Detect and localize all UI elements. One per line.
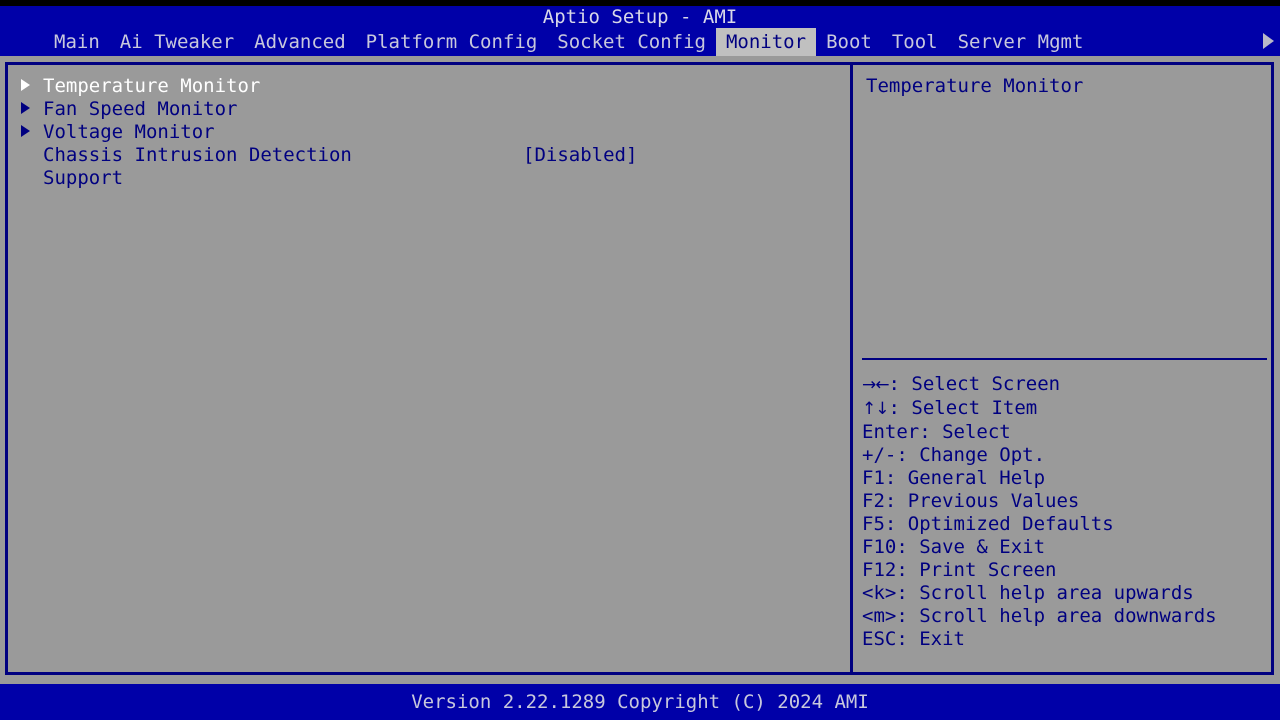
setting-label: Fan Speed Monitor	[43, 98, 238, 120]
setting-row[interactable]: Chassis Intrusion Detection [Disabled]	[8, 144, 850, 167]
help-key-row: <k>: Scroll help area upwards	[853, 582, 1271, 605]
menu-tab-server-mgmt[interactable]: Server Mgmt	[948, 28, 1094, 56]
help-key-text: <m>: Scroll help area downwards	[862, 605, 1217, 627]
arrow-keys-icon: ↑↓	[862, 399, 889, 419]
setting-label-continuation-text: Support	[43, 167, 124, 189]
help-key-text: F5: Optimized Defaults	[862, 513, 1114, 535]
help-key-row: Enter: Select	[853, 421, 1271, 444]
submenu-arrow-icon	[21, 125, 30, 137]
setting-label: Voltage Monitor	[43, 121, 215, 143]
bios-setup-screen: Aptio Setup - AMI Main Ai Tweaker Advanced…	[0, 0, 1280, 720]
setting-row[interactable]: Fan Speed Monitor	[8, 98, 850, 121]
setting-row[interactable]: Voltage Monitor	[8, 121, 850, 144]
settings-item-list: Temperature Monitor Fan Speed Monitor Volt…	[8, 75, 850, 190]
menu-tab-main[interactable]: Main	[44, 28, 110, 56]
arrow-keys-icon: →←	[862, 375, 889, 395]
content-frame: Temperature Monitor Fan Speed Monitor Volt…	[5, 62, 1274, 675]
help-key-row: F2: Previous Values	[853, 490, 1271, 513]
setting-row[interactable]: Temperature Monitor	[8, 75, 850, 98]
help-key-row: F5: Optimized Defaults	[853, 513, 1271, 536]
menu-tab-monitor[interactable]: Monitor	[715, 28, 817, 56]
setting-value[interactable]: [Disabled]	[523, 144, 637, 167]
help-divider	[862, 358, 1267, 360]
help-key-text: ESC: Exit	[862, 628, 965, 650]
help-key-text: : Select Item	[888, 397, 1038, 419]
help-key-row: ESC: Exit	[853, 628, 1271, 651]
menu-tab-ai-tweaker[interactable]: Ai Tweaker	[110, 28, 244, 56]
help-key-row: F1: General Help	[853, 467, 1271, 490]
help-key-text: F12: Print Screen	[862, 559, 1057, 581]
help-key-row: →←: Select Screen	[853, 373, 1271, 397]
help-key-text: +/-: Change Opt.	[862, 444, 1046, 466]
help-key-row: F12: Print Screen	[853, 559, 1271, 582]
setting-label-continuation: Support	[8, 167, 850, 190]
spacer-icon	[21, 148, 30, 160]
menu-bar-items: Main Ai Tweaker Advanced Platform Config Soc…	[0, 28, 1093, 56]
window-title: Aptio Setup - AMI	[542, 6, 738, 28]
help-key-row: ↑↓: Select Item	[853, 397, 1271, 421]
menu-tab-advanced[interactable]: Advanced	[244, 28, 356, 56]
help-key-row: <m>: Scroll help area downwards	[853, 605, 1271, 628]
help-key-legend: →←: Select Screen ↑↓: Select Item Enter: S…	[853, 373, 1271, 651]
help-key-text: F2: Previous Values	[862, 490, 1080, 512]
help-pane: Temperature Monitor →←: Select Screen ↑↓:…	[853, 65, 1271, 672]
triangle-right-icon[interactable]	[1263, 33, 1274, 49]
setting-label: Temperature Monitor	[43, 75, 261, 97]
menu-tab-socket-config[interactable]: Socket Config	[547, 28, 716, 56]
submenu-arrow-icon	[21, 79, 30, 91]
menu-tab-platform-config[interactable]: Platform Config	[356, 28, 548, 56]
menu-tab-boot[interactable]: Boot	[816, 28, 882, 56]
version-text: Version 2.22.1289 Copyright (C) 2024 AMI	[411, 691, 869, 713]
help-title: Temperature Monitor	[866, 75, 1084, 97]
help-key-row: F10: Save & Exit	[853, 536, 1271, 559]
help-key-row: +/-: Change Opt.	[853, 444, 1271, 467]
submenu-arrow-icon	[21, 102, 30, 114]
settings-pane: Temperature Monitor Fan Speed Monitor Volt…	[8, 65, 853, 672]
menu-tab-tool[interactable]: Tool	[882, 28, 948, 56]
help-key-text: F10: Save & Exit	[862, 536, 1046, 558]
setting-label: Chassis Intrusion Detection	[43, 144, 352, 166]
help-key-text: Enter: Select	[862, 421, 1011, 443]
help-key-text: <k>: Scroll help area upwards	[862, 582, 1194, 604]
help-key-text: F1: General Help	[862, 467, 1046, 489]
help-key-text: : Select Screen	[888, 373, 1061, 395]
